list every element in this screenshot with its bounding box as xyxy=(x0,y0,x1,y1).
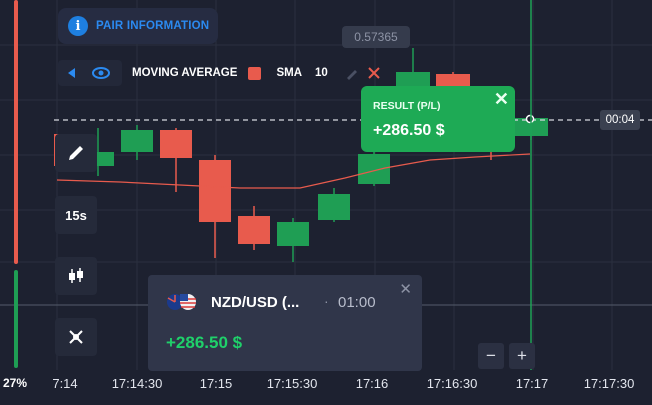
result-label: RESULT (P/L) xyxy=(373,100,441,112)
close-icon[interactable]: ✕ xyxy=(494,90,509,108)
close-icon[interactable] xyxy=(366,65,382,81)
indicator-type: SMA xyxy=(276,67,302,79)
trade-profit: +286.50 $ xyxy=(166,333,243,352)
indicator-period: 10 xyxy=(315,67,328,79)
chart-type-button[interactable] xyxy=(55,257,97,295)
indicator-controls xyxy=(58,60,122,86)
pair-information-label: PAIR INFORMATION xyxy=(96,20,210,32)
sentiment-up-bar xyxy=(14,270,18,368)
countdown-timer: 00:04 xyxy=(600,110,640,130)
drawing-tools-icon xyxy=(69,330,83,344)
time-tick-label: 7:14 xyxy=(52,376,78,391)
close-icon[interactable]: ✕ xyxy=(399,280,412,298)
time-tick-label: 17:15 xyxy=(199,376,233,391)
candle-up xyxy=(358,154,390,184)
pencil-icon xyxy=(69,146,83,160)
zoom-in-button[interactable]: + xyxy=(509,343,535,369)
candle-up xyxy=(121,130,153,152)
arrow-left-icon[interactable] xyxy=(58,60,88,86)
time-tick-label: 17:14:30 xyxy=(111,376,163,391)
sentiment-down-bar xyxy=(14,0,18,264)
candle-down xyxy=(199,160,231,222)
pair-information-button[interactable]: i PAIR INFORMATION xyxy=(58,8,218,44)
time-tick-label: 17:16 xyxy=(355,376,389,391)
time-tick-label: 17:15:30 xyxy=(266,376,318,391)
candle-up xyxy=(318,194,350,220)
time-tick-label: 17:16:30 xyxy=(426,376,478,391)
time-tick-label: 17:17:30 xyxy=(583,376,635,391)
info-icon: i xyxy=(68,16,88,36)
trade-duration: 01:00 xyxy=(338,294,376,311)
indicator-color-swatch[interactable] xyxy=(248,66,262,80)
sentiment-percent: 27% xyxy=(3,376,28,390)
pencil-icon[interactable] xyxy=(344,65,360,81)
indicator-row: MOVING AVERAGE SMA 10 xyxy=(58,60,382,86)
candle-down xyxy=(160,130,192,158)
candlestick-icon xyxy=(69,268,83,283)
indicator-name: MOVING AVERAGE xyxy=(132,67,238,79)
current-price-marker xyxy=(525,114,535,124)
result-value: +286.50 $ xyxy=(373,122,445,139)
trade-pair: NZD/USD (... xyxy=(211,294,300,311)
timeframe-label: 15s xyxy=(65,207,87,223)
result-popup: RESULT (P/L) +286.50 $ ✕ xyxy=(361,86,515,152)
sma-line xyxy=(56,153,531,189)
trade-result-card: NZD/USD (... · 01:00 ✕ +286.50 $ xyxy=(148,275,422,371)
time-tick-label: 17:17 xyxy=(515,376,549,391)
price-label: 0.57365 xyxy=(342,26,410,48)
trading-chart-screen: 27% i PAIR INFORMATION MOVING AVERAGE SM… xyxy=(0,0,652,405)
candle-down xyxy=(238,216,270,244)
currency-flags-icon xyxy=(167,294,196,310)
timeframe-button[interactable]: 15s xyxy=(55,196,97,234)
drawing-tools-button[interactable] xyxy=(55,318,97,356)
zoom-out-button[interactable]: − xyxy=(478,343,504,369)
eye-icon[interactable] xyxy=(88,60,118,86)
separator-dot: · xyxy=(324,293,329,309)
draw-tool-button[interactable] xyxy=(55,134,97,172)
candle-up xyxy=(277,222,309,246)
